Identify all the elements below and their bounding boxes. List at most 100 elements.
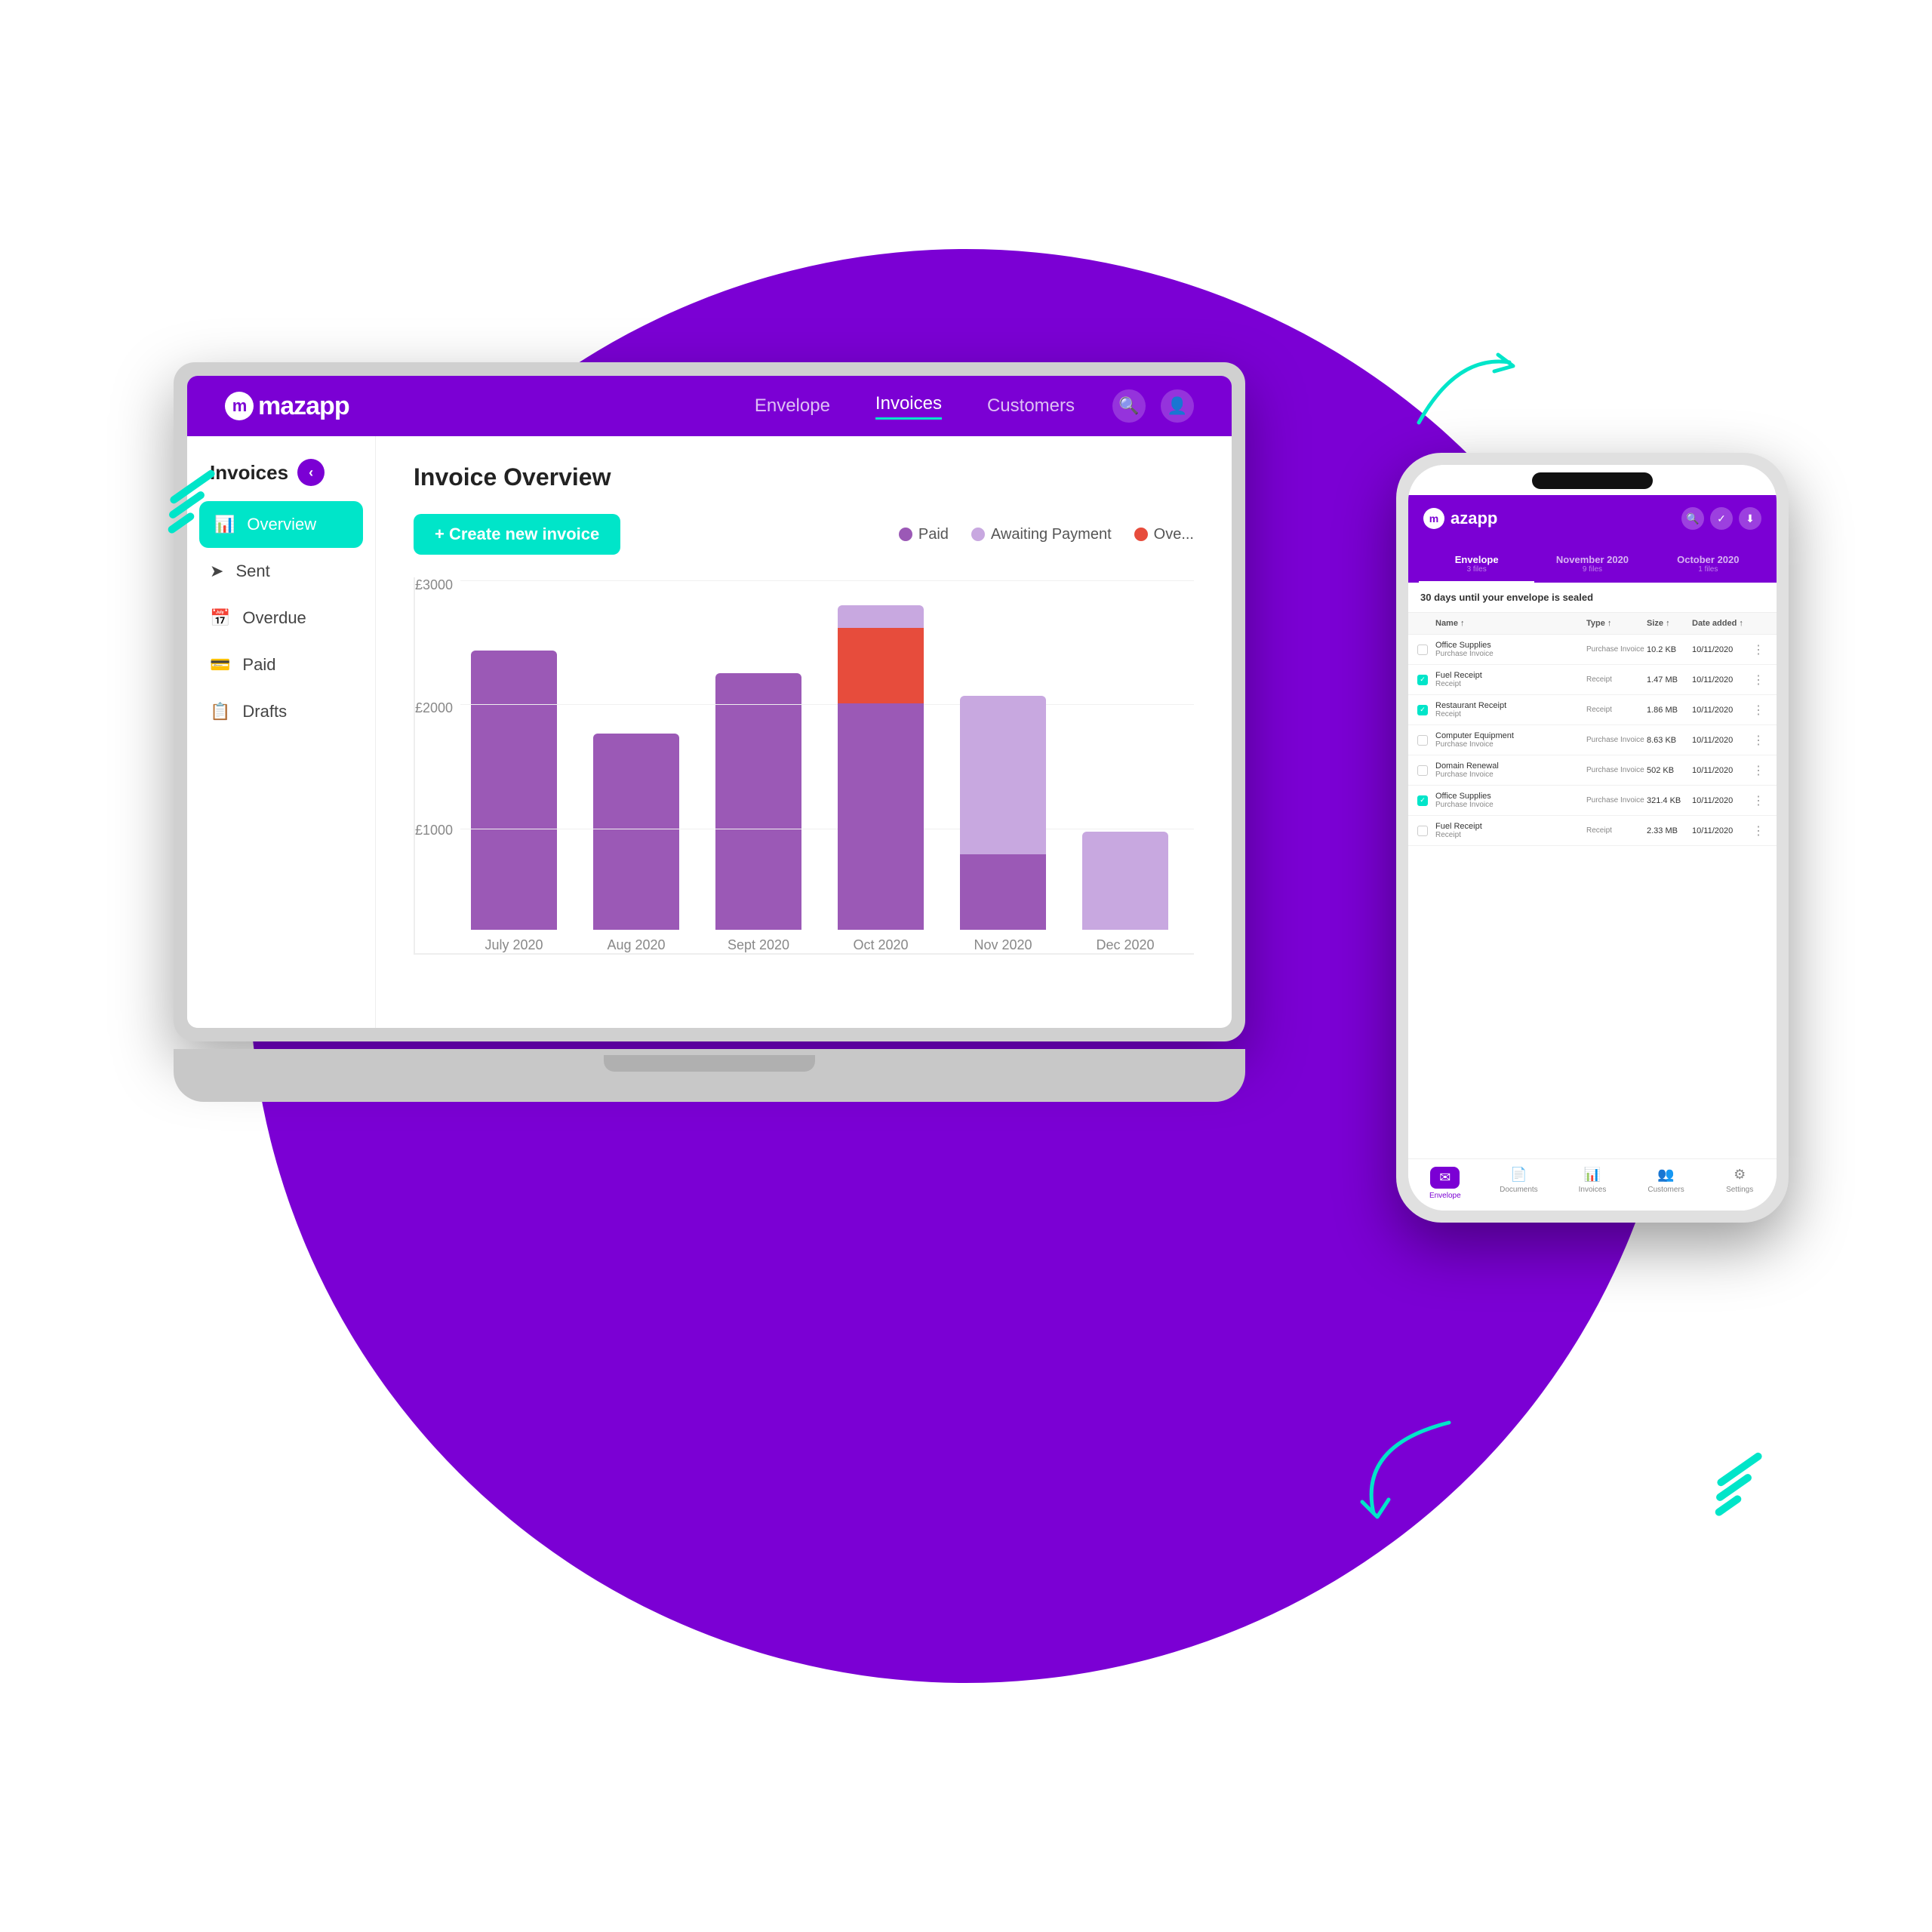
y-axis-labels: £1000 £2000 £3000 <box>415 577 457 953</box>
phone-header: m azapp 🔍 ✓ ⬇ <box>1408 495 1777 546</box>
phone-tab-october[interactable]: October 2020 1 files <box>1651 546 1766 583</box>
phone-nav-documents[interactable]: 📄 Documents <box>1482 1167 1556 1200</box>
table-row: Fuel Receipt Receipt Receipt 2.33 MB 10/… <box>1408 816 1777 846</box>
row-type: Receipt <box>1435 831 1586 839</box>
table-row: Domain Renewal Purchase Invoice Purchase… <box>1408 755 1777 786</box>
row-checkbox[interactable] <box>1417 645 1428 655</box>
row-type-col: Receipt <box>1586 675 1647 684</box>
row-size: 1.86 MB <box>1647 706 1692 715</box>
bar-chart: £1000 £2000 £3000 July 2020 <box>414 577 1194 955</box>
row-date: 10/11/2020 <box>1692 675 1752 685</box>
row-date: 10/11/2020 <box>1692 645 1752 654</box>
sidebar-item-overdue[interactable]: 📅 Overdue <box>187 595 375 641</box>
invoices-nav-icon: 📊 <box>1584 1167 1601 1183</box>
row-type-col: Purchase Invoice <box>1586 766 1647 774</box>
bar-aug-paid <box>593 734 679 930</box>
row-type-col: Receipt <box>1586 826 1647 835</box>
nav-link-invoices[interactable]: Invoices <box>875 393 942 420</box>
row-checkbox[interactable]: ✓ <box>1417 795 1428 806</box>
phone-logo-row: m azapp 🔍 ✓ ⬇ <box>1423 507 1761 530</box>
phone-nav-invoices[interactable]: 📊 Invoices <box>1555 1167 1629 1200</box>
row-checkbox[interactable] <box>1417 735 1428 746</box>
phone-device: m azapp 🔍 ✓ ⬇ Envelope 3 files <box>1396 453 1789 1223</box>
phone-tab-envelope[interactable]: Envelope 3 files <box>1419 546 1534 583</box>
row-size: 321.4 KB <box>1647 796 1692 805</box>
search-icon-btn[interactable]: 🔍 <box>1112 389 1146 423</box>
row-menu[interactable]: ⋮ <box>1752 672 1767 688</box>
row-date: 10/11/2020 <box>1692 826 1752 835</box>
table-row: ✓ Fuel Receipt Receipt Receipt 1.47 MB 1… <box>1408 665 1777 695</box>
phone-tab-november[interactable]: November 2020 9 files <box>1534 546 1650 583</box>
phone-nav-settings[interactable]: ⚙ Settings <box>1703 1167 1777 1200</box>
logo-icon: m <box>225 392 254 420</box>
sidebar-back-button[interactable]: ‹ <box>297 459 325 486</box>
bar-nov-label: Nov 2020 <box>974 937 1032 953</box>
row-menu[interactable]: ⋮ <box>1752 733 1767 748</box>
row-type: Purchase Invoice <box>1435 771 1586 779</box>
row-menu[interactable]: ⋮ <box>1752 642 1767 657</box>
bar-july-paid <box>471 651 557 930</box>
envelope-nav-icon: ✉ <box>1439 1170 1451 1185</box>
y-label-1000: £1000 <box>415 823 457 838</box>
row-type: Purchase Invoice <box>1435 650 1586 658</box>
bar-dec-label: Dec 2020 <box>1096 937 1154 953</box>
row-menu[interactable]: ⋮ <box>1752 793 1767 808</box>
row-size: 1.47 MB <box>1647 675 1692 685</box>
overdue-icon: 📅 <box>210 608 230 628</box>
bar-sept: Sept 2020 <box>705 552 812 953</box>
phone-notch-bar <box>1408 465 1777 495</box>
sidebar-item-overview[interactable]: 📊 Overview <box>199 501 363 548</box>
phone-check-btn[interactable]: ✓ <box>1710 507 1733 530</box>
bar-dec: Dec 2020 <box>1072 552 1179 953</box>
col-actions <box>1752 619 1767 628</box>
phone-outer-shell: m azapp 🔍 ✓ ⬇ Envelope 3 files <box>1396 453 1789 1223</box>
row-type: Receipt <box>1435 710 1586 718</box>
bar-oct: Oct 2020 <box>827 552 934 953</box>
phone-nav-envelope[interactable]: ✉ Envelope <box>1408 1167 1482 1200</box>
row-name: Fuel Receipt <box>1435 671 1586 680</box>
nav-link-customers[interactable]: Customers <box>987 395 1075 417</box>
sidebar-item-drafts[interactable]: 📋 Drafts <box>187 688 375 735</box>
col-type[interactable]: Type ↑ <box>1586 619 1647 628</box>
phone-nav-envelope-bg: ✉ <box>1430 1167 1460 1189</box>
row-menu[interactable]: ⋮ <box>1752 823 1767 838</box>
laptop-content: Invoices ‹ 📊 Overview ➤ Sent 📅 <box>187 436 1232 1028</box>
page-title: Invoice Overview <box>414 463 1194 491</box>
row-checkbox[interactable]: ✓ <box>1417 675 1428 685</box>
grid-line-3 <box>460 580 1194 581</box>
create-invoice-button[interactable]: + Create new invoice <box>414 514 620 555</box>
row-date: 10/11/2020 <box>1692 796 1752 805</box>
accent-lines-right <box>1713 1466 1766 1509</box>
scene-container: m mazapp Envelope Invoices Customers 🔍 👤 <box>0 0 1932 1932</box>
nav-icons: 🔍 👤 <box>1112 389 1194 423</box>
phone-download-btn[interactable]: ⬇ <box>1739 507 1761 530</box>
decorative-arrow-top <box>1411 347 1517 449</box>
bar-july: July 2020 <box>460 552 568 953</box>
row-checkbox[interactable]: ✓ <box>1417 705 1428 715</box>
row-menu[interactable]: ⋮ <box>1752 763 1767 778</box>
row-menu[interactable]: ⋮ <box>1752 703 1767 718</box>
col-name[interactable]: Name ↑ <box>1435 619 1586 628</box>
nav-link-envelope[interactable]: Envelope <box>755 395 830 417</box>
sidebar-item-paid[interactable]: 💳 Paid <box>187 641 375 688</box>
phone-search-btn[interactable]: 🔍 <box>1681 507 1704 530</box>
legend-paid: Paid <box>899 526 949 543</box>
row-checkbox[interactable] <box>1417 826 1428 836</box>
legend-awaiting: Awaiting Payment <box>971 526 1112 543</box>
bar-oct-label: Oct 2020 <box>853 937 908 953</box>
row-type: Purchase Invoice <box>1435 801 1586 809</box>
table-row: Computer Equipment Purchase Invoice Purc… <box>1408 725 1777 755</box>
phone-logo-text: azapp <box>1451 509 1497 528</box>
col-size[interactable]: Size ↑ <box>1647 619 1692 628</box>
user-icon-btn[interactable]: 👤 <box>1161 389 1194 423</box>
bar-oct-overdue <box>838 628 924 703</box>
phone-nav-customers[interactable]: 👥 Customers <box>1629 1167 1703 1200</box>
table-row: Office Supplies Purchase Invoice Purchas… <box>1408 635 1777 665</box>
phone-bottom-nav: ✉ Envelope 📄 Documents 📊 Invoices 👥 <box>1408 1158 1777 1211</box>
bar-july-label: July 2020 <box>485 937 543 953</box>
decorative-arrow-bottom <box>1336 1400 1487 1555</box>
sidebar-item-sent[interactable]: ➤ Sent <box>187 548 375 595</box>
col-date[interactable]: Date added ↑ <box>1692 619 1752 628</box>
row-checkbox[interactable] <box>1417 765 1428 776</box>
paid-icon: 💳 <box>210 655 230 675</box>
